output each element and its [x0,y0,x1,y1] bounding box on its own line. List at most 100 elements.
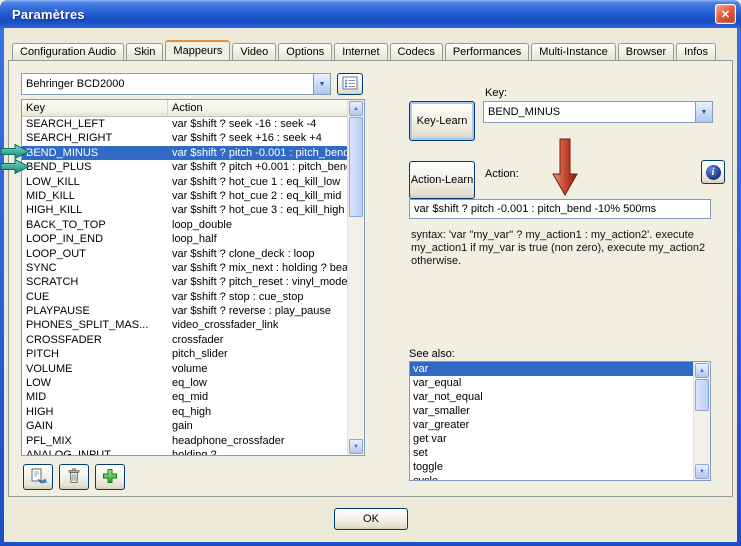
cell-key: SCRATCH [22,275,168,289]
table-scrollbar-thumb[interactable] [349,117,363,217]
list-item[interactable]: get var [410,432,693,446]
cell-key: BEND_PLUS [22,160,168,174]
cell-action: eq_high [168,405,347,419]
cell-action: eq_low [168,376,347,390]
window-title: Paramètres [0,7,85,22]
table-row[interactable]: GAINgain [22,419,347,433]
cell-key: LOW [22,376,168,390]
cell-action: loop_double [168,218,347,232]
tab-skin[interactable]: Skin [126,43,163,61]
tab-video[interactable]: Video [232,43,276,61]
table-row[interactable]: BEND_PLUSvar $shift ? pitch +0.001 : pit… [22,160,347,174]
tab-options[interactable]: Options [278,43,332,61]
list-item[interactable]: var [410,362,693,376]
key-label: Key: [485,87,507,99]
table-row[interactable]: LOOP_IN_ENDloop_half [22,232,347,246]
cell-action: gain [168,419,347,433]
table-row[interactable]: MID_KILLvar $shift ? hot_cue 2 : eq_kill… [22,189,347,203]
table-row[interactable]: LOOP_OUTvar $shift ? clone_deck : loop [22,247,347,261]
tab-mappeurs[interactable]: Mappeurs [165,40,230,61]
key-learn-button[interactable]: Key-Learn [409,101,475,141]
tab-codecs[interactable]: Codecs [390,43,443,61]
table-row[interactable]: BEND_MINUSvar $shift ? pitch -0.001 : pi… [22,146,347,160]
column-header-action[interactable]: Action [168,100,347,117]
table-scrollbar[interactable]: ▲ ▼ [347,100,364,455]
list-item[interactable]: var_greater [410,418,693,432]
table-row[interactable]: PITCHpitch_slider [22,347,347,361]
cell-action: var $shift ? pitch -0.001 : pitch_bend -… [168,146,347,160]
list-item[interactable]: var_smaller [410,404,693,418]
delete-mapper-button[interactable] [59,464,89,490]
list-item[interactable]: set [410,446,693,460]
ok-button[interactable]: OK [334,508,408,530]
table-row[interactable]: HIGH_KILLvar $shift ? hot_cue 3 : eq_kil… [22,203,347,217]
see-also-label: See also: [409,348,455,360]
mapper-options-button[interactable] [337,73,363,95]
cell-key: VOLUME [22,362,168,376]
close-icon: ✕ [721,8,730,21]
tab-multi-instance[interactable]: Multi-Instance [531,43,615,61]
list-item[interactable]: var_not_equal [410,390,693,404]
table-row[interactable]: SEARCH_LEFTvar $shift ? seek -16 : seek … [22,117,347,131]
cell-action: eq_mid [168,390,347,404]
cell-action: loop_half [168,232,347,246]
scroll-down-icon[interactable]: ▼ [695,464,709,479]
table-row[interactable]: HIGHeq_high [22,405,347,419]
device-select[interactable]: Behringer BCD2000 ▼ [21,73,331,95]
see-also-items: varvar_equalvar_not_equalvar_smallervar_… [410,362,693,480]
list-item[interactable]: cycle [410,474,693,480]
table-row[interactable]: CROSSFADERcrossfader [22,333,347,347]
cell-key: GAIN [22,419,168,433]
list-item[interactable]: var_equal [410,376,693,390]
copy-mapper-button[interactable] [23,464,53,490]
cell-key: BEND_MINUS [22,146,168,160]
action-learn-button[interactable]: Action-Learn [409,161,475,199]
tab-internet[interactable]: Internet [334,43,387,61]
table-row[interactable]: PFL_MIXheadphone_crossfader [22,434,347,448]
table-row[interactable]: BACK_TO_TOPloop_double [22,218,347,232]
tab-infos[interactable]: Infos [676,43,716,61]
key-select[interactable]: BEND_MINUS ▼ [483,101,713,123]
titlebar[interactable]: Paramètres ✕ [0,0,741,28]
scroll-down-icon[interactable]: ▼ [349,439,363,454]
tab-configuration-audio[interactable]: Configuration Audio [12,43,124,61]
settings-window: Paramètres ✕ Configuration AudioSkinMapp… [0,0,741,546]
cell-key: SEARCH_RIGHT [22,131,168,145]
see-also-scrollbar[interactable]: ▲ ▼ [693,362,710,480]
chevron-down-icon[interactable]: ▼ [695,102,712,122]
info-button[interactable]: i [701,160,725,184]
scroll-up-icon[interactable]: ▲ [695,363,709,378]
action-input[interactable] [409,199,711,219]
table-row[interactable]: SCRATCHvar $shift ? pitch_reset : vinyl_… [22,275,347,289]
cell-key: MID [22,390,168,404]
table-row[interactable]: MIDeq_mid [22,390,347,404]
cell-key: LOOP_IN_END [22,232,168,246]
table-row[interactable]: CUEvar $shift ? stop : cue_stop [22,290,347,304]
tab-browser[interactable]: Browser [618,43,674,61]
cell-action: headphone_crossfader [168,434,347,448]
action-label: Action: [485,168,519,180]
copy-mapper-icon [30,468,47,487]
cell-action: video_crossfader_link [168,318,347,332]
table-row[interactable]: PLAYPAUSEvar $shift ? reverse : play_pau… [22,304,347,318]
list-item[interactable]: toggle [410,460,693,474]
cell-action: var $shift ? hot_cue 2 : eq_kill_mid [168,189,347,203]
add-mapper-button[interactable] [95,464,125,490]
chevron-down-icon[interactable]: ▼ [313,74,330,94]
table-row[interactable]: SEARCH_RIGHTvar $shift ? seek +16 : seek… [22,131,347,145]
table-row[interactable]: LOW_KILLvar $shift ? hot_cue 1 : eq_kill… [22,175,347,189]
see-also-list: varvar_equalvar_not_equalvar_smallervar_… [409,361,711,481]
scroll-up-icon[interactable]: ▲ [349,101,363,116]
table-row[interactable]: LOWeq_low [22,376,347,390]
cell-action: var $shift ? reverse : play_pause [168,304,347,318]
close-button[interactable]: ✕ [715,4,736,24]
table-row[interactable]: SYNCvar $shift ? mix_next : holding ? be… [22,261,347,275]
mappers-panel: Behringer BCD2000 ▼ Key Action [8,60,733,497]
see-also-scrollbar-thumb[interactable] [695,379,709,411]
tab-performances[interactable]: Performances [445,43,529,61]
column-header-key[interactable]: Key [22,100,168,117]
table-row[interactable]: PHONES_SPLIT_MAS...video_crossfader_link [22,318,347,332]
table-row[interactable]: ANALOG_INPUTholding ? ... [22,448,347,455]
table-row[interactable]: VOLUMEvolume [22,362,347,376]
trash-icon [67,468,81,487]
